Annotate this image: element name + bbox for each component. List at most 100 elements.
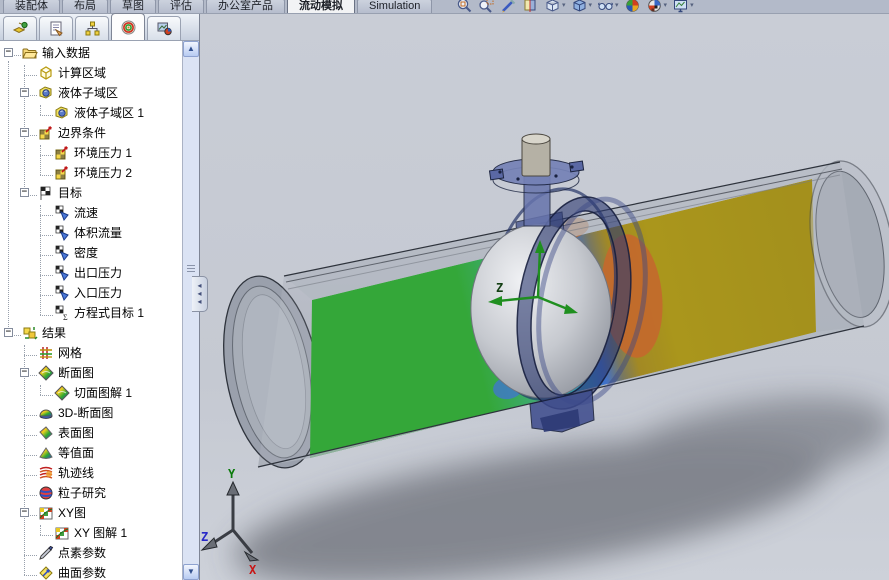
apply-scene-button[interactable]: ▾ <box>646 0 668 15</box>
section-view-button[interactable] <box>522 0 539 15</box>
command-tab-7[interactable]: Simulation <box>357 0 433 13</box>
tree-item-fluid-subdomain-3[interactable]: 液体子域区 1 <box>0 103 183 123</box>
tree-item-domain-1[interactable]: 计算区域 <box>0 63 183 83</box>
triad-x-label: X <box>249 563 257 577</box>
dropdown-arrow-icon[interactable]: ▾ <box>562 0 566 12</box>
goals-icon <box>38 185 54 201</box>
tree-item-goal-sigma-13[interactable]: Σ 方程式目标 1 <box>0 303 183 323</box>
surface-plot-icon <box>38 425 54 441</box>
tree-item-label: 出口压力 <box>74 266 123 280</box>
tree-item-point-parameters-25[interactable]: 点素参数 <box>0 543 183 563</box>
tree-item-folder-0[interactable]: − 输入数据 <box>0 43 183 63</box>
tree-item-goal-12[interactable]: 入口压力 <box>0 283 183 303</box>
displaymanager-tab[interactable] <box>147 16 181 40</box>
panel-splitter-flyout[interactable]: ◂ ◂ ◂ <box>192 276 208 312</box>
tree-expander-minus[interactable]: − <box>20 508 29 517</box>
goal-icon <box>54 265 70 281</box>
tree-expander-minus[interactable]: − <box>4 328 13 337</box>
configurationmanager-icon <box>84 20 101 37</box>
tree-item-xy-plot-24[interactable]: XY 图解 1 <box>0 523 183 543</box>
tree-item-label: 曲面参数 <box>58 566 107 580</box>
valve-triad-z-label: Z <box>496 281 503 295</box>
tree-expander-minus[interactable]: − <box>20 128 29 137</box>
tree-item-goal-10[interactable]: 密度 <box>0 243 183 263</box>
tree-item-xy-plot-23[interactable]: − XY图 <box>0 503 183 523</box>
previous-view-button[interactable] <box>500 0 517 15</box>
tree-item-goal-9[interactable]: 体积流量 <box>0 223 183 243</box>
tree-item-label: XY图 <box>58 506 87 520</box>
tree-item-isosurface-20[interactable]: 等值面 <box>0 443 183 463</box>
tree-item-goals-7[interactable]: − 目标 <box>0 183 183 203</box>
featuremanager-tree-icon <box>12 20 29 37</box>
tree-item-fluid-subdomain-2[interactable]: − 液体子域区 <box>0 83 183 103</box>
feature-panel: − 输入数据 计算区域 − 液体子域区 液体子域区 1 − 边界条件 环境压力 1 环境压力 2 −… <box>0 13 200 580</box>
goal-icon <box>54 205 70 221</box>
tree-item-label: 粒子研究 <box>58 486 107 500</box>
triad-z-label: Z <box>201 530 208 544</box>
command-tab-5[interactable]: 办公室产品 <box>206 0 285 13</box>
configurationmanager-tab[interactable] <box>75 16 109 40</box>
fluid-subdomain-icon <box>38 85 54 101</box>
command-tab-6[interactable]: 流动模拟 <box>287 0 355 13</box>
boundary-icon <box>38 125 54 141</box>
display-style-button[interactable]: ▾ <box>571 0 593 15</box>
tree-item-label: 等值面 <box>58 446 95 460</box>
graphics-viewport[interactable]: Z Y Z X <box>200 14 889 580</box>
tree-expander-minus[interactable]: − <box>20 88 29 97</box>
view-orientation-icon <box>544 0 561 14</box>
boundary-icon <box>54 165 70 181</box>
tree-item-surface-parameters-26[interactable]: 曲面参数 <box>0 563 183 580</box>
dropdown-arrow-icon[interactable]: ▾ <box>615 0 619 12</box>
tree-item-boundary-6[interactable]: 环境压力 2 <box>0 163 183 183</box>
tree-item-trajectories-21[interactable]: 轨迹线 <box>0 463 183 483</box>
featuremanager-tree-tab[interactable] <box>3 16 37 40</box>
view-orientation-button[interactable]: ▾ <box>544 0 566 15</box>
flow-simulation-tree-icon <box>120 19 137 36</box>
dropdown-arrow-icon[interactable]: ▾ <box>690 0 694 12</box>
tree-item-mesh-15[interactable]: 网格 <box>0 343 183 363</box>
scrollbar-grip[interactable] <box>187 263 195 274</box>
section-view-icon <box>522 0 539 14</box>
propertymanager-tab[interactable] <box>39 16 73 40</box>
trajectories-icon <box>38 465 54 481</box>
tree-item-results-14[interactable]: − 结果 <box>0 323 183 343</box>
scroll-down-button[interactable]: ▼ <box>183 564 199 580</box>
dropdown-arrow-icon[interactable]: ▾ <box>664 0 668 12</box>
tree-item-particle-study-22[interactable]: 粒子研究 <box>0 483 183 503</box>
tree-item-label: 结果 <box>42 326 67 340</box>
tree-item-goal-11[interactable]: 出口压力 <box>0 263 183 283</box>
results-icon <box>22 325 38 341</box>
tree-item-label: 轨迹线 <box>58 466 95 480</box>
tree-expander-minus[interactable]: − <box>20 368 29 377</box>
dropdown-arrow-icon[interactable]: ▾ <box>589 0 593 12</box>
tree-item-goal-8[interactable]: 流速 <box>0 203 183 223</box>
tree-item-surface-plot-19[interactable]: 表面图 <box>0 423 183 443</box>
command-tab-3[interactable]: 草图 <box>110 0 156 13</box>
cut-plot-icon <box>54 385 70 401</box>
command-tab-1[interactable]: 装配体 <box>3 0 60 13</box>
tree-item-label: 入口压力 <box>74 286 123 300</box>
zoom-to-area-button[interactable] <box>478 0 495 15</box>
tree-item-label: 液体子域区 <box>58 86 119 100</box>
edit-appearance-button[interactable] <box>624 0 641 15</box>
command-tab-4[interactable]: 评估 <box>158 0 204 13</box>
boundary-icon <box>54 145 70 161</box>
view-settings-button[interactable]: ▾ <box>672 0 694 15</box>
flow-simulation-tree-tab[interactable] <box>111 13 145 40</box>
scroll-up-button[interactable]: ▲ <box>183 41 199 57</box>
command-tab-2[interactable]: 布局 <box>62 0 108 13</box>
tree-expander-minus[interactable]: − <box>20 188 29 197</box>
profile-3d-icon <box>38 405 54 421</box>
zoom-to-fit-button[interactable] <box>456 0 473 15</box>
hide-show-items-button[interactable]: ▾ <box>597 0 619 15</box>
tree-item-boundary-5[interactable]: 环境压力 1 <box>0 143 183 163</box>
tree-expander-minus[interactable]: − <box>4 48 13 57</box>
particle-study-icon <box>38 485 54 501</box>
tree-item-boundary-4[interactable]: − 边界条件 <box>0 123 183 143</box>
tree-item-profile-3d-18[interactable]: 3D-断面图 <box>0 403 183 423</box>
tree-item-label: 输入数据 <box>42 46 91 60</box>
tree-item-cut-plot-17[interactable]: 切面图解 1 <box>0 383 183 403</box>
tree-item-label: 体积流量 <box>74 226 123 240</box>
tree-item-cut-plot-16[interactable]: − 断面图 <box>0 363 183 383</box>
solidworks-flow-simulation-window: 装配体 布局 草图 评估 办公室产品 流动模拟 Simulation ▾ ▾ ▾ ▾ ▾ − 输入数据… <box>0 0 889 580</box>
